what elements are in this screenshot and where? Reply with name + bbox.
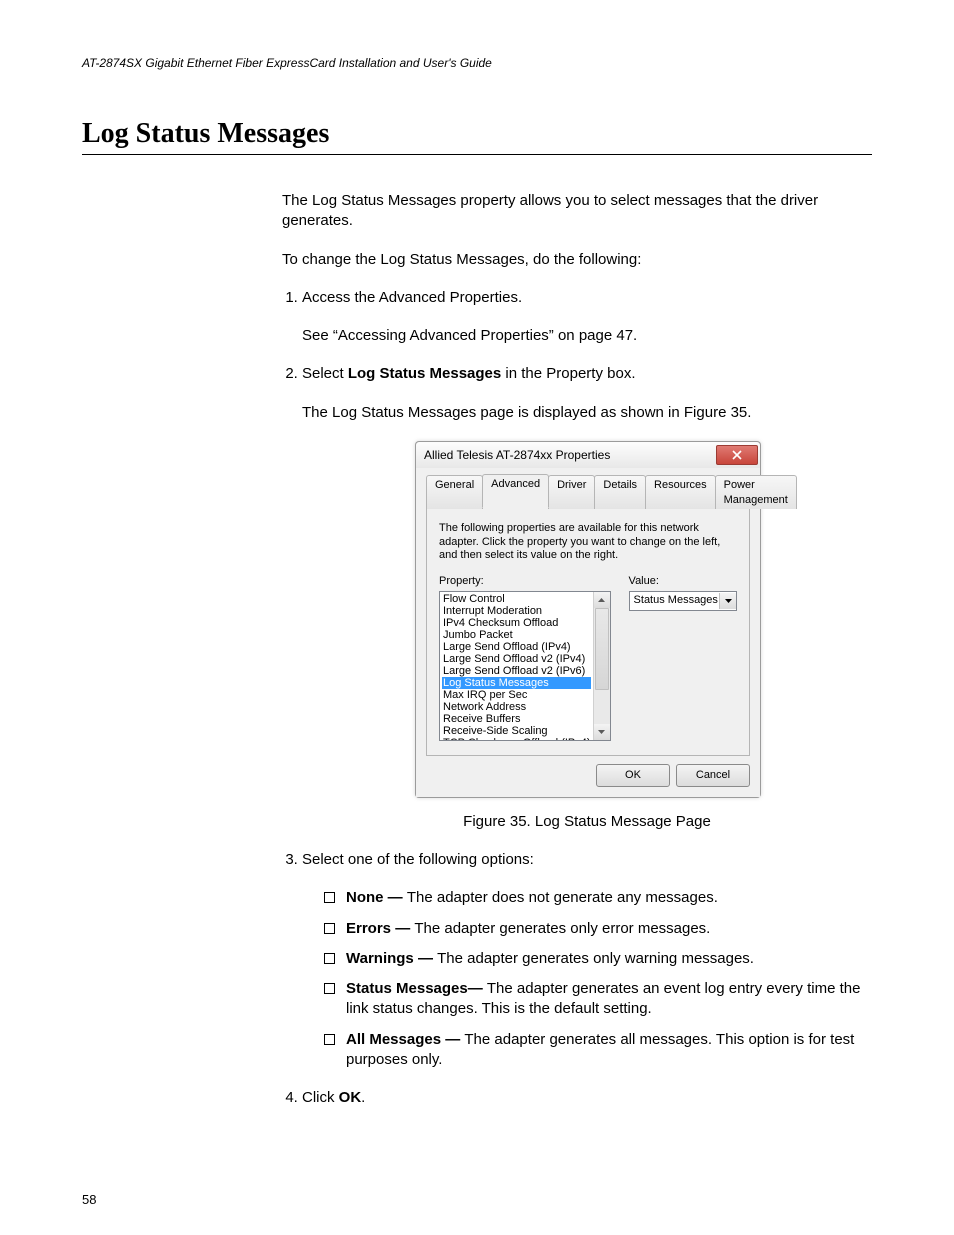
page-number: 58 [82, 1192, 96, 1207]
dialog-tabs: General Advanced Driver Details Resource… [426, 474, 750, 509]
property-list-scrollbar[interactable] [593, 592, 610, 740]
step-4: Click OK. [302, 1088, 872, 1108]
property-item[interactable]: Interrupt Moderation [442, 605, 591, 617]
property-item[interactable]: Jumbo Packet [442, 629, 591, 641]
running-header: AT-2874SX Gigabit Ethernet Fiber Express… [82, 56, 872, 70]
option-status-messages: Status Messages— The adapter generates a… [324, 979, 872, 1020]
property-item[interactable]: Receive Buffers [442, 713, 591, 725]
step-3-text: Select one of the following options: [302, 850, 872, 870]
step-1-text: Access the Advanced Properties. [302, 288, 872, 308]
lead-paragraph: To change the Log Status Messages, do th… [282, 250, 872, 270]
property-item[interactable]: IPv4 Checksum Offload [442, 617, 591, 629]
property-item[interactable]: Large Send Offload (IPv4) [442, 641, 591, 653]
step-1: Access the Advanced Properties. See “Acc… [302, 288, 872, 347]
property-item[interactable]: Max IRQ per Sec [442, 689, 591, 701]
close-button[interactable] [716, 445, 758, 465]
dialog-title: Allied Telesis AT-2874xx Properties [424, 447, 610, 463]
ok-button[interactable]: OK [596, 764, 670, 787]
property-item[interactable]: Network Address [442, 701, 591, 713]
properties-dialog: Allied Telesis AT-2874xx Properties Gene… [415, 441, 761, 798]
step-3: Select one of the following options: Non… [302, 850, 872, 1070]
scroll-down-button[interactable] [594, 724, 610, 740]
property-list[interactable]: Flow Control Interrupt Moderation IPv4 C… [439, 591, 611, 741]
step-2-sub: The Log Status Messages page is displaye… [302, 403, 872, 423]
tab-driver[interactable]: Driver [548, 475, 595, 510]
step-4-text: Click OK. [302, 1088, 872, 1108]
option-errors: Errors — The adapter generates only erro… [324, 919, 872, 939]
tab-general[interactable]: General [426, 475, 483, 510]
scroll-up-button[interactable] [594, 592, 610, 608]
scrollbar-track[interactable] [594, 608, 610, 724]
property-label: Property: [439, 574, 611, 589]
value-dropdown-button[interactable] [719, 593, 736, 609]
close-icon [732, 450, 742, 460]
scrollbar-thumb[interactable] [595, 608, 609, 690]
step-2-text: Select Log Status Messages in the Proper… [302, 364, 872, 384]
property-item[interactable]: TCP Checksum Offload (IPv4) [442, 737, 591, 740]
cancel-button[interactable]: Cancel [676, 764, 750, 787]
option-warnings: Warnings — The adapter generates only wa… [324, 949, 872, 969]
dialog-titlebar: Allied Telesis AT-2874xx Properties [416, 442, 760, 468]
tab-panel-advanced: The following properties are available f… [426, 507, 750, 755]
section-rule [82, 154, 872, 155]
option-all-messages: All Messages — The adapter generates all… [324, 1030, 872, 1071]
panel-instructions: The following properties are available f… [439, 522, 737, 562]
tab-advanced[interactable]: Advanced [482, 474, 549, 509]
figure-caption: Figure 35. Log Status Message Page [302, 812, 872, 832]
tab-details[interactable]: Details [594, 475, 646, 510]
property-item-selected[interactable]: Log Status Messages [442, 677, 591, 689]
tab-power-management[interactable]: Power Management [715, 475, 797, 510]
chevron-down-icon [598, 730, 605, 734]
property-item[interactable]: Large Send Offload v2 (IPv6) [442, 665, 591, 677]
value-selected: Status Messages [634, 593, 718, 608]
step-1-sub: See “Accessing Advanced Properties” on p… [302, 326, 872, 346]
step-2: Select Log Status Messages in the Proper… [302, 364, 872, 832]
intro-paragraph: The Log Status Messages property allows … [282, 191, 872, 232]
tab-resources[interactable]: Resources [645, 475, 716, 510]
figure-35: Allied Telesis AT-2874xx Properties Gene… [302, 441, 872, 832]
property-item[interactable]: Receive-Side Scaling [442, 725, 591, 737]
chevron-up-icon [598, 598, 605, 602]
property-item[interactable]: Large Send Offload v2 (IPv4) [442, 653, 591, 665]
chevron-down-icon [725, 599, 732, 603]
value-select[interactable]: Status Messages [629, 591, 737, 611]
value-label: Value: [629, 574, 737, 589]
option-none: None — The adapter does not generate any… [324, 888, 872, 908]
section-title: Log Status Messages [82, 118, 872, 150]
property-item[interactable]: Flow Control [442, 593, 591, 605]
